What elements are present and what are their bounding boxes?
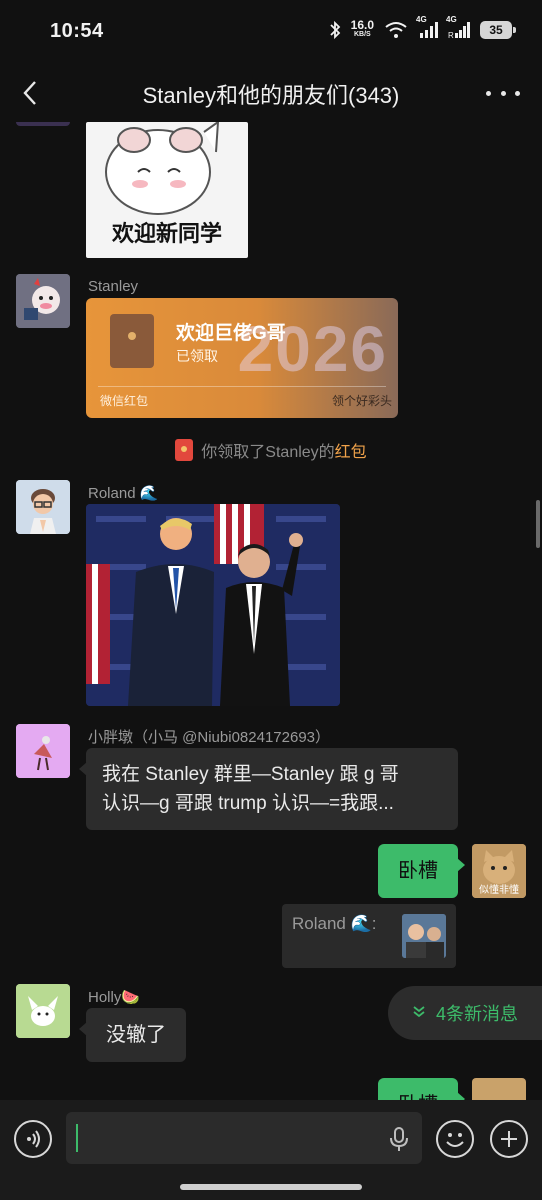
more-dot-icon bbox=[486, 90, 491, 96]
status-icons: 16.0 KB/S 4G 4G R 35 bbox=[329, 15, 516, 40]
my-text-message[interactable]: 卧槽 bbox=[378, 1078, 465, 1100]
avatar-holly[interactable] bbox=[16, 984, 70, 1038]
sender-name: Holly🍉 bbox=[88, 989, 141, 1006]
sender-name: Stanley bbox=[88, 278, 139, 295]
cell-signal-2-icon: 4G R bbox=[446, 15, 470, 39]
red-packet-mini-icon bbox=[175, 439, 194, 461]
photo-thumbnail-icon bbox=[402, 914, 446, 958]
red-packet-title: 欢迎巨佬G哥 bbox=[176, 323, 286, 344]
message-input[interactable] bbox=[66, 1112, 422, 1164]
wifi-icon bbox=[385, 22, 407, 38]
red-packet-tip: 领个好彩头 bbox=[331, 394, 392, 408]
chat-messages[interactable]: 欢迎新同学 Stanley 2026 欢迎巨佬G哥 已领取 微信红包 领个好彩头… bbox=[0, 122, 542, 1100]
red-packet-link[interactable]: 红包 bbox=[335, 444, 367, 461]
text-message[interactable]: 我在 Stanley 群里—Stanley 跟 g 哥 认识—g 哥跟 trum… bbox=[79, 748, 458, 830]
input-bar bbox=[0, 1100, 542, 1200]
emoji-button[interactable] bbox=[436, 1120, 474, 1158]
scrollbar[interactable] bbox=[536, 500, 540, 548]
avatar-image-icon bbox=[16, 480, 70, 534]
photo-message[interactable] bbox=[86, 504, 340, 706]
chat-title: Stanley和他的朋友们(343) bbox=[142, 83, 400, 108]
voice-toggle-button[interactable] bbox=[14, 1120, 52, 1158]
avatar[interactable] bbox=[16, 122, 70, 126]
sender-name: Roland 🌊 bbox=[88, 485, 159, 502]
more-button[interactable] bbox=[486, 78, 520, 108]
avatar-image-icon bbox=[16, 724, 70, 778]
cell-signal-1-icon: 4G bbox=[416, 15, 438, 39]
avatar-image-icon bbox=[16, 984, 70, 1038]
system-message: 你领取了Stanley的红包 bbox=[0, 438, 542, 462]
avatar-me[interactable] bbox=[472, 1078, 526, 1100]
divider bbox=[98, 386, 386, 387]
event-photo-icon bbox=[86, 504, 340, 706]
red-packet-footer: 微信红包 bbox=[100, 394, 149, 408]
avatar-stanley[interactable] bbox=[16, 274, 70, 328]
my-text-message[interactable]: 卧槽 bbox=[378, 844, 465, 898]
sticker-message[interactable]: 欢迎新同学 bbox=[86, 122, 248, 258]
status-time: 10:54 bbox=[50, 20, 104, 42]
hamster-sticker-icon bbox=[105, 122, 220, 215]
svg-text:R: R bbox=[448, 31, 454, 39]
red-packet-message[interactable]: 2026 欢迎巨佬G哥 已领取 微信红包 领个好彩头 bbox=[86, 298, 398, 418]
avatar-roland[interactable] bbox=[16, 480, 70, 534]
chat-header: Stanley和他的朋友们(343) bbox=[0, 64, 542, 122]
quote-thumbnail bbox=[402, 914, 446, 958]
text-message[interactable]: 没辙了 bbox=[79, 1008, 186, 1062]
avatar-me[interactable]: 似懂非懂 bbox=[472, 844, 526, 898]
quote-label: Roland 🌊: bbox=[292, 914, 377, 933]
text-caret bbox=[76, 1124, 78, 1152]
microphone-icon[interactable] bbox=[388, 1126, 410, 1152]
avatar-image-icon bbox=[16, 274, 70, 328]
red-packet-icon bbox=[110, 314, 154, 368]
status-bar: 10:54 16.0 KB/S 4G 4G R 35 bbox=[0, 0, 542, 64]
avatar-xiaopang[interactable] bbox=[16, 724, 70, 778]
smiley-icon bbox=[446, 1133, 464, 1147]
battery-icon: 35 bbox=[480, 21, 516, 39]
bluetooth-icon bbox=[330, 20, 340, 40]
net-speed: 16.0 KB/S bbox=[350, 18, 374, 38]
home-indicator[interactable] bbox=[180, 1184, 362, 1190]
plus-icon bbox=[501, 1131, 517, 1147]
new-messages-label: 4条新消息 bbox=[436, 1004, 519, 1024]
red-packet-status: 已领取 bbox=[176, 348, 218, 364]
new-messages-button[interactable]: 4条新消息 bbox=[388, 986, 542, 1040]
plus-button[interactable] bbox=[490, 1120, 528, 1158]
voice-wave-icon bbox=[27, 1130, 40, 1148]
sender-name: 小胖墩（小马 @Niubi0824172693） bbox=[88, 729, 331, 746]
avatar-caption: 似懂非懂 bbox=[479, 885, 519, 896]
quoted-message[interactable]: Roland 🌊: bbox=[282, 904, 456, 968]
double-chevron-down-icon bbox=[412, 1005, 426, 1022]
sticker-caption: 欢迎新同学 bbox=[111, 221, 222, 246]
